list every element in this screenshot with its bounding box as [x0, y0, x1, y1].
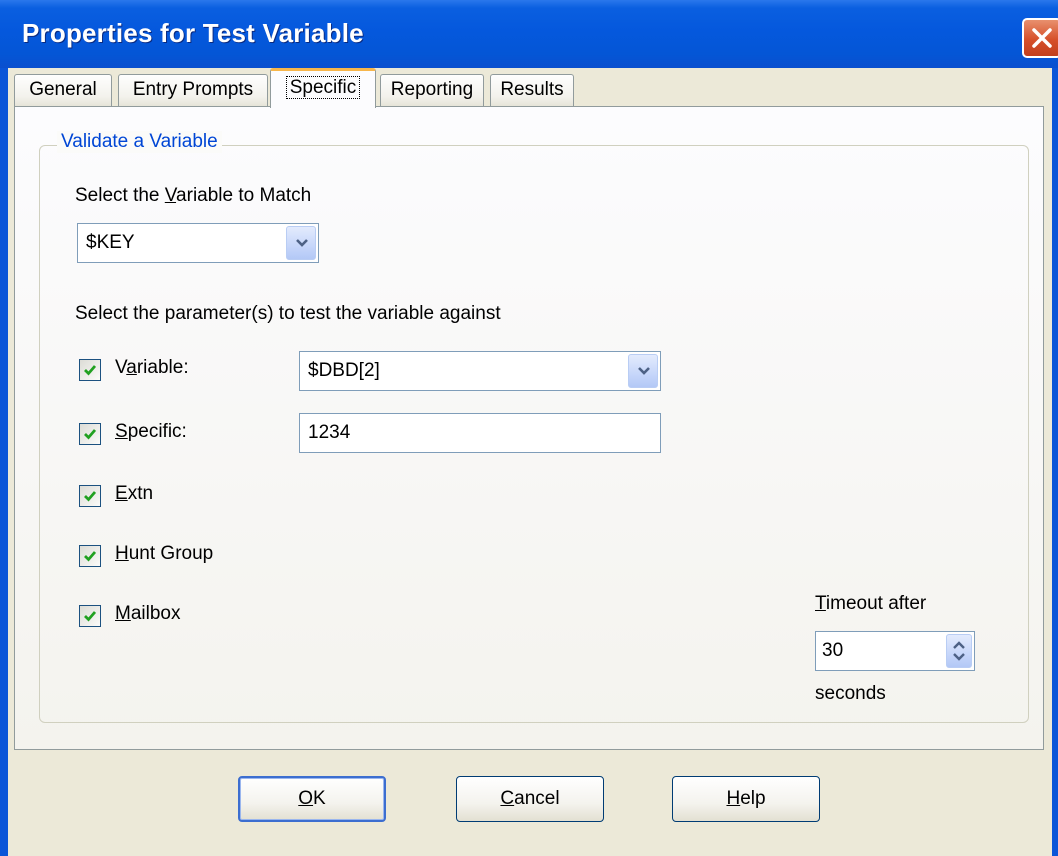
params-label: Select the parameter(s) to test the vari…	[75, 303, 501, 324]
variable-value: $DBD[2]	[308, 360, 380, 381]
specific-input[interactable]: 1234	[299, 413, 661, 453]
tab-entry-prompts[interactable]: Entry Prompts	[118, 74, 268, 106]
variable-checkbox[interactable]	[79, 359, 101, 381]
specific-checkbox[interactable]	[79, 423, 101, 445]
tab-panel-specific: Validate a Variable Select the Variable …	[14, 106, 1044, 750]
tab-general[interactable]: General	[14, 74, 112, 106]
ok-button[interactable]: OK	[238, 776, 386, 822]
match-variable-value: $KEY	[86, 232, 135, 253]
hunt-group-checkbox[interactable]	[79, 545, 101, 567]
specific-label: Specific:	[115, 421, 187, 442]
properties-dialog: Properties for Test Variable General Ent…	[0, 0, 1058, 856]
dropdown-button[interactable]	[286, 226, 316, 260]
tab-label: Specific	[285, 76, 361, 99]
extn-checkbox[interactable]	[79, 485, 101, 507]
group-title: Validate a Variable	[57, 131, 222, 153]
variable-label: Variable:	[115, 357, 189, 378]
title-bar[interactable]: Properties for Test Variable	[0, 0, 1058, 68]
tab-label: General	[29, 79, 97, 100]
dropdown-button[interactable]	[628, 354, 658, 388]
specific-value: 1234	[308, 422, 351, 443]
tab-results[interactable]: Results	[490, 74, 574, 106]
tab-label: Results	[500, 79, 564, 100]
mailbox-checkbox[interactable]	[79, 605, 101, 627]
extn-label: Extn	[115, 483, 154, 504]
hunt-group-label: Hunt Group	[115, 543, 214, 564]
timeout-value: 30	[822, 640, 844, 661]
help-button[interactable]: Help	[672, 776, 820, 822]
mailbox-label: Mailbox	[115, 603, 181, 624]
match-variable-label: Select the Variable to Match	[75, 185, 312, 206]
tab-label: Reporting	[390, 79, 474, 100]
tab-label: Entry Prompts	[132, 79, 254, 100]
close-button[interactable]	[1022, 18, 1058, 58]
tab-reporting[interactable]: Reporting	[380, 74, 484, 106]
window-frame-left	[0, 68, 8, 856]
match-variable-dropdown[interactable]: $KEY	[77, 223, 319, 263]
variable-dropdown[interactable]: $DBD[2]	[299, 351, 661, 391]
window-frame-right	[1052, 68, 1058, 856]
timeout-spinner[interactable]: 30	[815, 631, 975, 671]
timeout-label: Timeout after	[815, 593, 927, 614]
timeout-unit: seconds	[815, 683, 886, 704]
window-title: Properties for Test Variable	[22, 18, 364, 48]
spin-button[interactable]	[946, 634, 972, 668]
tab-specific[interactable]: Specific	[270, 68, 376, 108]
cancel-button[interactable]: Cancel	[456, 776, 604, 822]
